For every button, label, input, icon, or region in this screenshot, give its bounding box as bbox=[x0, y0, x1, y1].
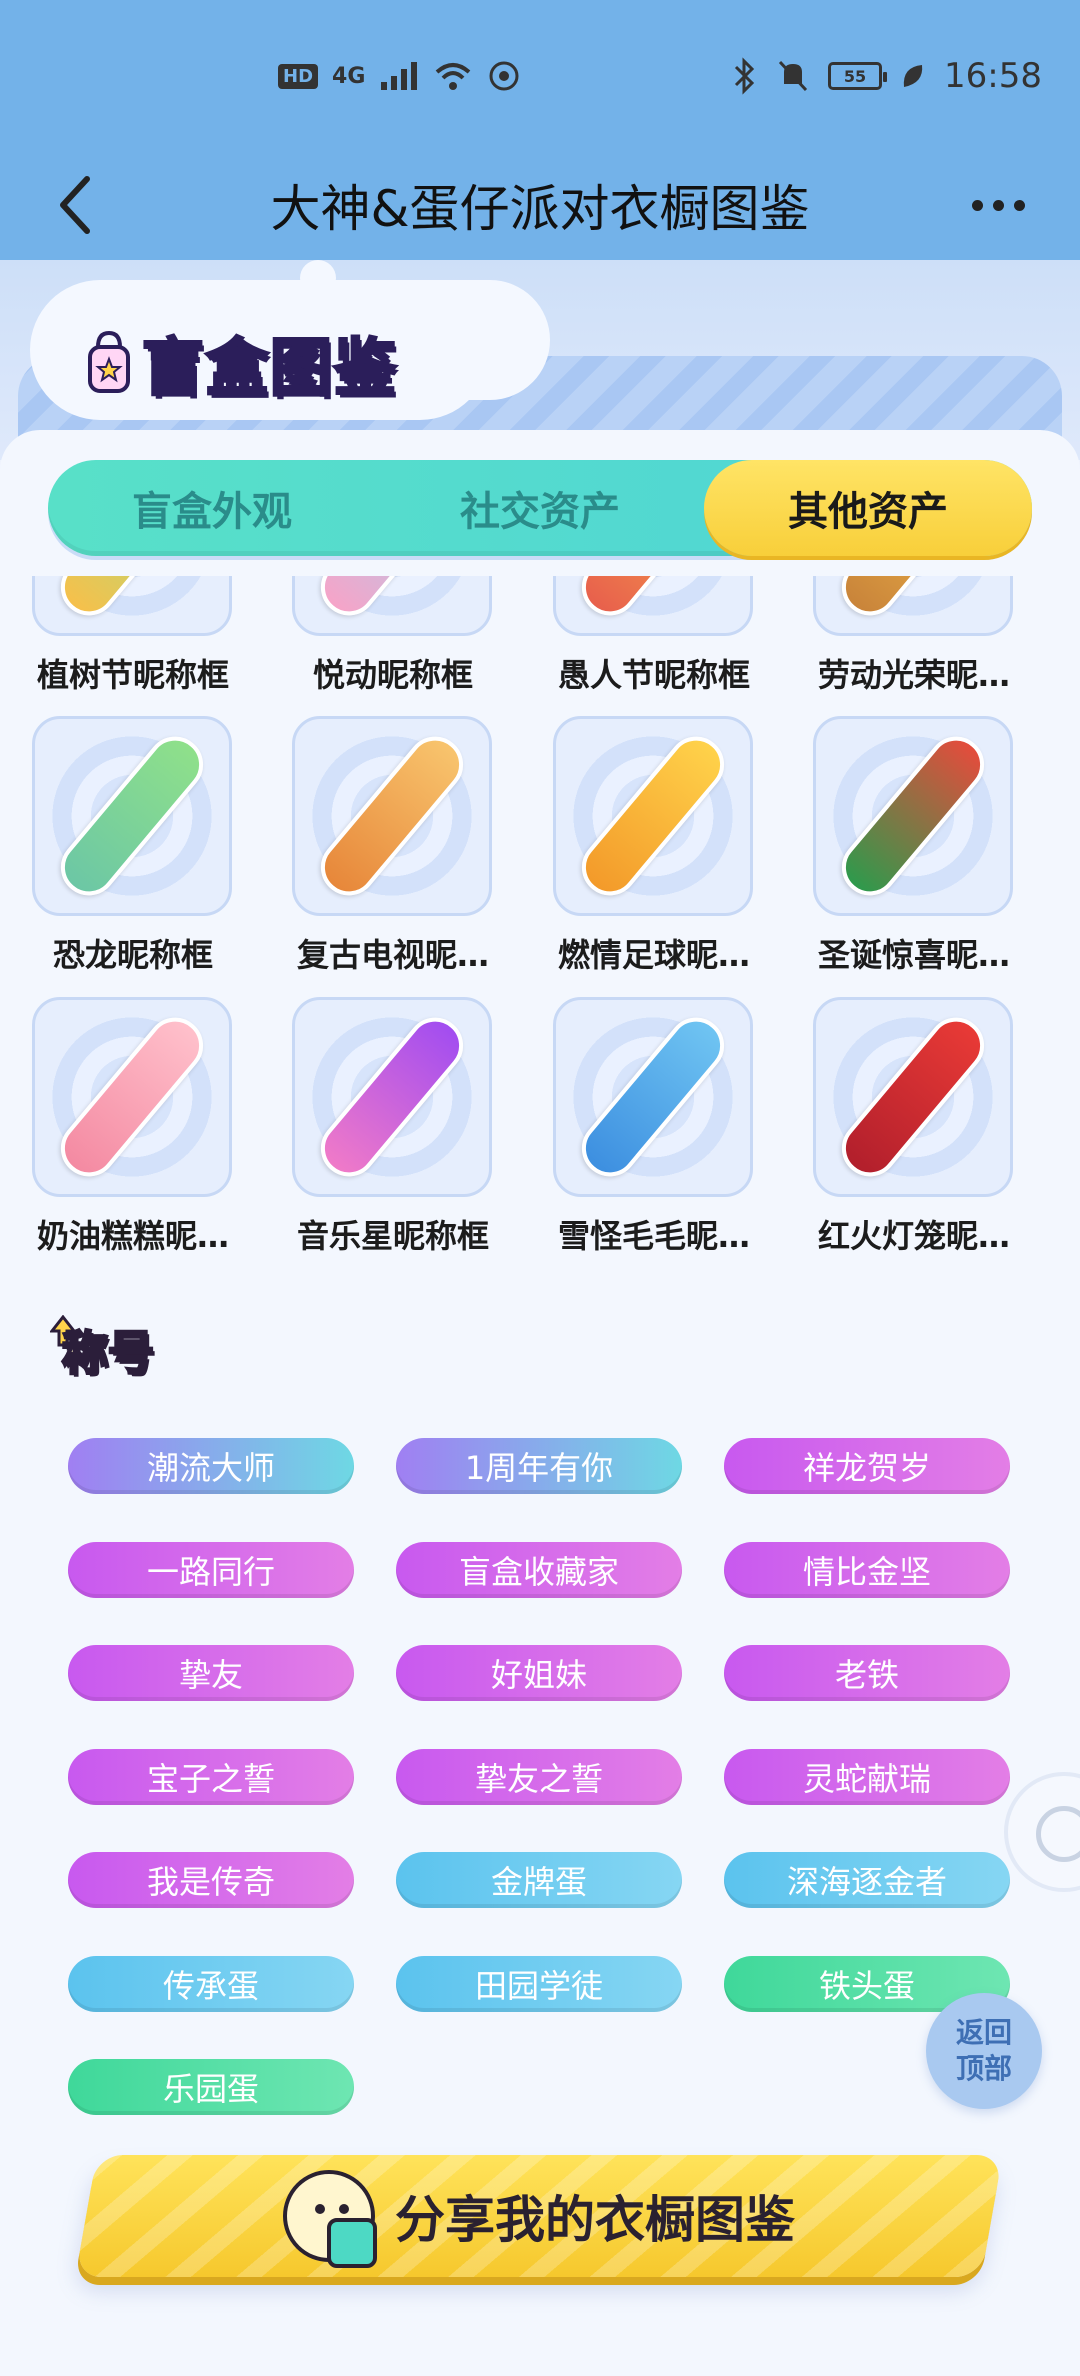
back-to-top-line2: 顶部 bbox=[955, 2052, 1012, 2085]
title-badge[interactable]: 1周年有你 bbox=[396, 1438, 682, 1494]
tab-2[interactable]: 社交资产 bbox=[376, 460, 704, 556]
nickname-frame-art bbox=[309, 1006, 475, 1188]
item-grid: 植树节昵称框 悦动昵称框 愚人节昵称框 劳动光荣昵… 恐龙昵称框 复古电视昵… 燃情足球昵…… bbox=[0, 576, 1080, 1356]
grid-item-label: 燃情足球昵… bbox=[557, 936, 750, 974]
nickname-frame-art bbox=[830, 576, 996, 627]
widget-icon bbox=[1036, 1806, 1080, 1862]
bluetooth-icon bbox=[734, 57, 755, 95]
nickname-frame-art bbox=[570, 1006, 736, 1188]
hotspot-icon bbox=[489, 61, 519, 91]
nickname-frame-thumbnail bbox=[553, 576, 753, 636]
nickname-frame-thumbnail bbox=[553, 716, 753, 916]
banner-title: 盲盒图鉴 bbox=[84, 322, 398, 406]
nickname-frame-art bbox=[49, 725, 215, 907]
banner-cloud-dot bbox=[300, 260, 336, 296]
nickname-frame-art bbox=[830, 1006, 996, 1188]
nickname-frame-thumbnail bbox=[813, 716, 1013, 916]
status-time: 16:58 bbox=[944, 56, 1042, 96]
share-button[interactable]: 分享我的衣橱图鉴 bbox=[86, 2155, 992, 2277]
nav-bar: 大神&蛋仔派对衣橱图鉴 bbox=[0, 150, 1080, 260]
nickname-frame-thumbnail bbox=[32, 716, 232, 916]
grid-item-label: 劳动光荣昵… bbox=[817, 656, 1010, 694]
grid-item-label: 红火灯笼昵… bbox=[817, 1217, 1010, 1255]
title-badge[interactable]: 灵蛇献瑞 bbox=[724, 1748, 1010, 1805]
title-badge[interactable]: 金牌蛋 bbox=[396, 1852, 682, 1908]
title-badge[interactable]: 传承蛋 bbox=[68, 1955, 354, 2012]
signal-icon bbox=[381, 62, 418, 90]
nickname-frame-art bbox=[309, 576, 475, 627]
grid-item-label: 悦动昵称框 bbox=[312, 656, 473, 694]
mute-icon bbox=[778, 60, 808, 92]
title-badge[interactable]: 一路同行 bbox=[68, 1541, 354, 1598]
grid-item-label: 愚人节昵称框 bbox=[557, 656, 750, 694]
grid-item-label: 恐龙昵称框 bbox=[52, 936, 213, 974]
nickname-frame-thumbnail bbox=[32, 576, 232, 636]
blind-box-icon bbox=[88, 330, 130, 393]
title-badge[interactable]: 老铁 bbox=[724, 1645, 1010, 1701]
wifi-icon bbox=[436, 63, 471, 90]
more-dot-icon bbox=[992, 199, 1004, 211]
tab-3[interactable]: 其他资产 bbox=[704, 460, 1032, 556]
back-to-top-button[interactable]: 返回 顶部 bbox=[926, 1993, 1042, 2109]
title-badge[interactable]: 宝子之誓 bbox=[68, 1748, 354, 1805]
title-badge[interactable]: 我是传奇 bbox=[68, 1852, 354, 1908]
status-bar: HD 4G 55 16:58 bbox=[0, 0, 1080, 150]
nickname-frame-art bbox=[49, 1006, 215, 1188]
title-badge[interactable]: 田园学徒 bbox=[396, 1955, 682, 2012]
battery-level: 55 bbox=[843, 66, 867, 86]
grid-item-label: 音乐星昵称框 bbox=[296, 1217, 489, 1255]
nickname-frame-thumbnail bbox=[813, 997, 1013, 1197]
more-dot-icon bbox=[1013, 199, 1025, 211]
grid-item-label: 圣诞惊喜昵… bbox=[817, 936, 1010, 974]
tab-1[interactable]: 盲盒外观 bbox=[48, 460, 376, 556]
nickname-frame-art bbox=[570, 576, 736, 627]
back-to-top-line1: 返回 bbox=[955, 2016, 1012, 2049]
status-right: 55 16:58 bbox=[732, 54, 1042, 98]
title-badge[interactable]: 潮流大师 bbox=[68, 1438, 354, 1494]
titles-heading-text: 称号 bbox=[61, 1325, 156, 1382]
nickname-frame-thumbnail bbox=[813, 576, 1013, 636]
wardrobe-card-icon bbox=[327, 2218, 377, 2268]
grid-item-label: 植树节昵称框 bbox=[36, 656, 229, 694]
nickname-frame-art bbox=[49, 576, 215, 627]
grid-item-label: 奶油糕糕昵… bbox=[36, 1217, 229, 1255]
status-indicators: HD 4G bbox=[278, 56, 521, 96]
nickname-frame-thumbnail bbox=[32, 997, 232, 1197]
share-button-label: 分享我的衣橱图鉴 bbox=[395, 2191, 795, 2249]
hd-indicator: HD bbox=[278, 63, 319, 89]
nickname-frame-art bbox=[830, 725, 996, 907]
page-title: 大神&蛋仔派对衣橱图鉴 bbox=[270, 180, 810, 238]
title-badge[interactable]: 祥龙贺岁 bbox=[724, 1438, 1010, 1494]
grid-item-label: 雪怪毛毛昵… bbox=[557, 1217, 750, 1255]
battery-icon: 55 bbox=[828, 62, 888, 90]
title-badge[interactable]: 挚友之誓 bbox=[396, 1748, 682, 1805]
title-badge[interactable]: 盲盒收藏家 bbox=[396, 1541, 682, 1598]
mascot-icon bbox=[283, 2170, 377, 2268]
network-indicator: 4G bbox=[332, 63, 366, 89]
title-badge[interactable]: 挚友 bbox=[68, 1645, 354, 1701]
title-badge[interactable]: 深海逐金者 bbox=[724, 1852, 1010, 1908]
title-badge[interactable]: 好姐妹 bbox=[396, 1645, 682, 1701]
grid-item-label: 复古电视昵… bbox=[296, 936, 489, 974]
title-badge[interactable]: 乐园蛋 bbox=[68, 2059, 354, 2115]
banner-title-text: 盲盒图鉴 bbox=[140, 330, 399, 406]
main-card: 盲盒外观 社交资产 其他资产 植树节昵称框 悦动昵称框 愚人节昵称框 劳动光荣昵… 恐龙昵称… bbox=[0, 430, 1080, 2376]
titles-heading: 称号 bbox=[50, 1310, 156, 1390]
leaf-icon bbox=[903, 65, 923, 87]
tab-bar: 盲盒外观 社交资产 其他资产 bbox=[48, 460, 1032, 556]
nickname-frame-thumbnail bbox=[553, 997, 753, 1197]
more-button[interactable] bbox=[956, 150, 1040, 260]
nickname-frame-thumbnail bbox=[292, 997, 492, 1197]
title-badge[interactable]: 情比金坚 bbox=[724, 1541, 1010, 1598]
nickname-frame-thumbnail bbox=[292, 716, 492, 916]
nickname-frame-thumbnail bbox=[292, 576, 492, 636]
nickname-frame-art bbox=[570, 725, 736, 907]
more-dot-icon bbox=[971, 199, 983, 211]
nickname-frame-art bbox=[309, 725, 475, 907]
